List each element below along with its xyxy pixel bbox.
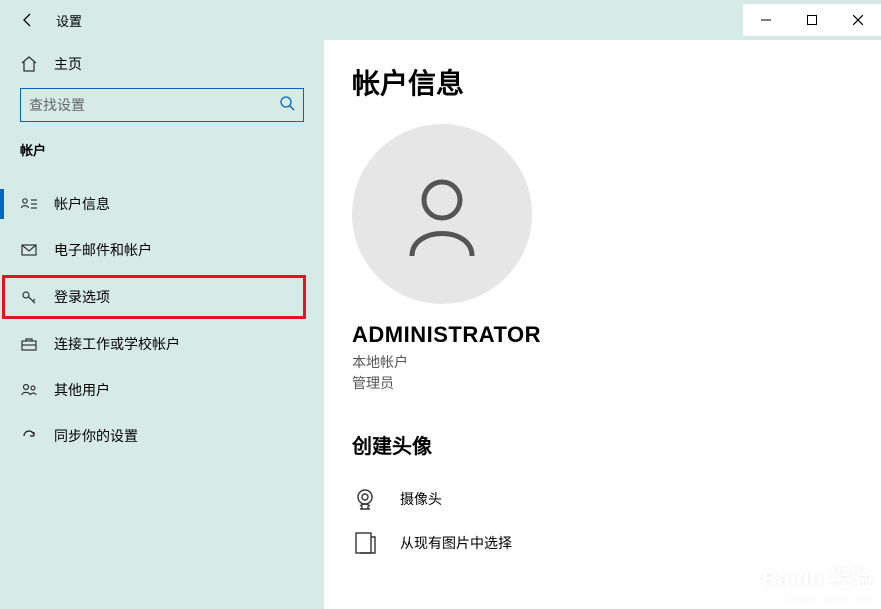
back-button[interactable] (18, 10, 38, 30)
home-icon (20, 55, 38, 73)
window-controls (743, 4, 881, 36)
sidebar-item-label: 帐户信息 (54, 194, 110, 214)
username: ADMINISTRATOR (352, 322, 853, 348)
mail-icon (20, 241, 38, 259)
browse-icon (352, 530, 378, 556)
sidebar-item-label: 登录选项 (54, 287, 110, 307)
sidebar-section-label: 帐户 (0, 140, 324, 171)
close-button[interactable] (835, 4, 881, 36)
titlebar: 设置 (0, 0, 881, 40)
briefcase-icon (20, 335, 38, 353)
sync-icon (20, 427, 38, 445)
watermark: Baidu 经验 jingyan.baidu.com (762, 561, 873, 605)
sidebar-item-signin-options[interactable]: 登录选项 (2, 275, 306, 319)
search-box[interactable] (20, 88, 304, 122)
camera-icon (352, 486, 378, 512)
home-link[interactable]: 主页 (0, 44, 324, 88)
account-role: 管理员 (352, 373, 853, 394)
option-browse[interactable]: 从现有图片中选择 (352, 521, 853, 565)
sidebar-item-label: 其他用户 (54, 380, 110, 400)
sidebar-item-label: 连接工作或学校帐户 (54, 334, 180, 354)
page-title: 帐户信息 (352, 62, 853, 102)
search-input[interactable] (29, 97, 279, 113)
sidebar-item-email-accounts[interactable]: 电子邮件和帐户 (0, 227, 324, 273)
window-title: 设置 (56, 11, 82, 30)
sidebar-item-sync[interactable]: 同步你的设置 (0, 413, 324, 459)
home-label: 主页 (54, 54, 82, 74)
search-icon (279, 95, 295, 116)
avatar (352, 124, 532, 304)
account-type: 本地帐户 (352, 352, 853, 373)
sidebar-item-account-info[interactable]: 帐户信息 (0, 181, 324, 227)
sidebar: 主页 帐户 帐户信息 电子邮件和帐户 (0, 40, 324, 609)
maximize-button[interactable] (789, 4, 835, 36)
main-content: 帐户信息 ADMINISTRATOR 本地帐户 管理员 创建头像 摄像头 从现有… (324, 40, 881, 609)
option-camera[interactable]: 摄像头 (352, 477, 853, 521)
sidebar-item-work-school[interactable]: 连接工作或学校帐户 (0, 321, 324, 367)
people-icon (20, 381, 38, 399)
sidebar-item-label: 电子邮件和帐户 (54, 240, 152, 260)
minimize-button[interactable] (743, 4, 789, 36)
option-label: 从现有图片中选择 (400, 533, 512, 553)
create-avatar-heading: 创建头像 (352, 430, 853, 459)
person-card-icon (20, 195, 38, 213)
option-label: 摄像头 (400, 489, 442, 509)
sidebar-item-label: 同步你的设置 (54, 426, 138, 446)
key-icon (20, 288, 38, 306)
sidebar-item-other-users[interactable]: 其他用户 (0, 367, 324, 413)
